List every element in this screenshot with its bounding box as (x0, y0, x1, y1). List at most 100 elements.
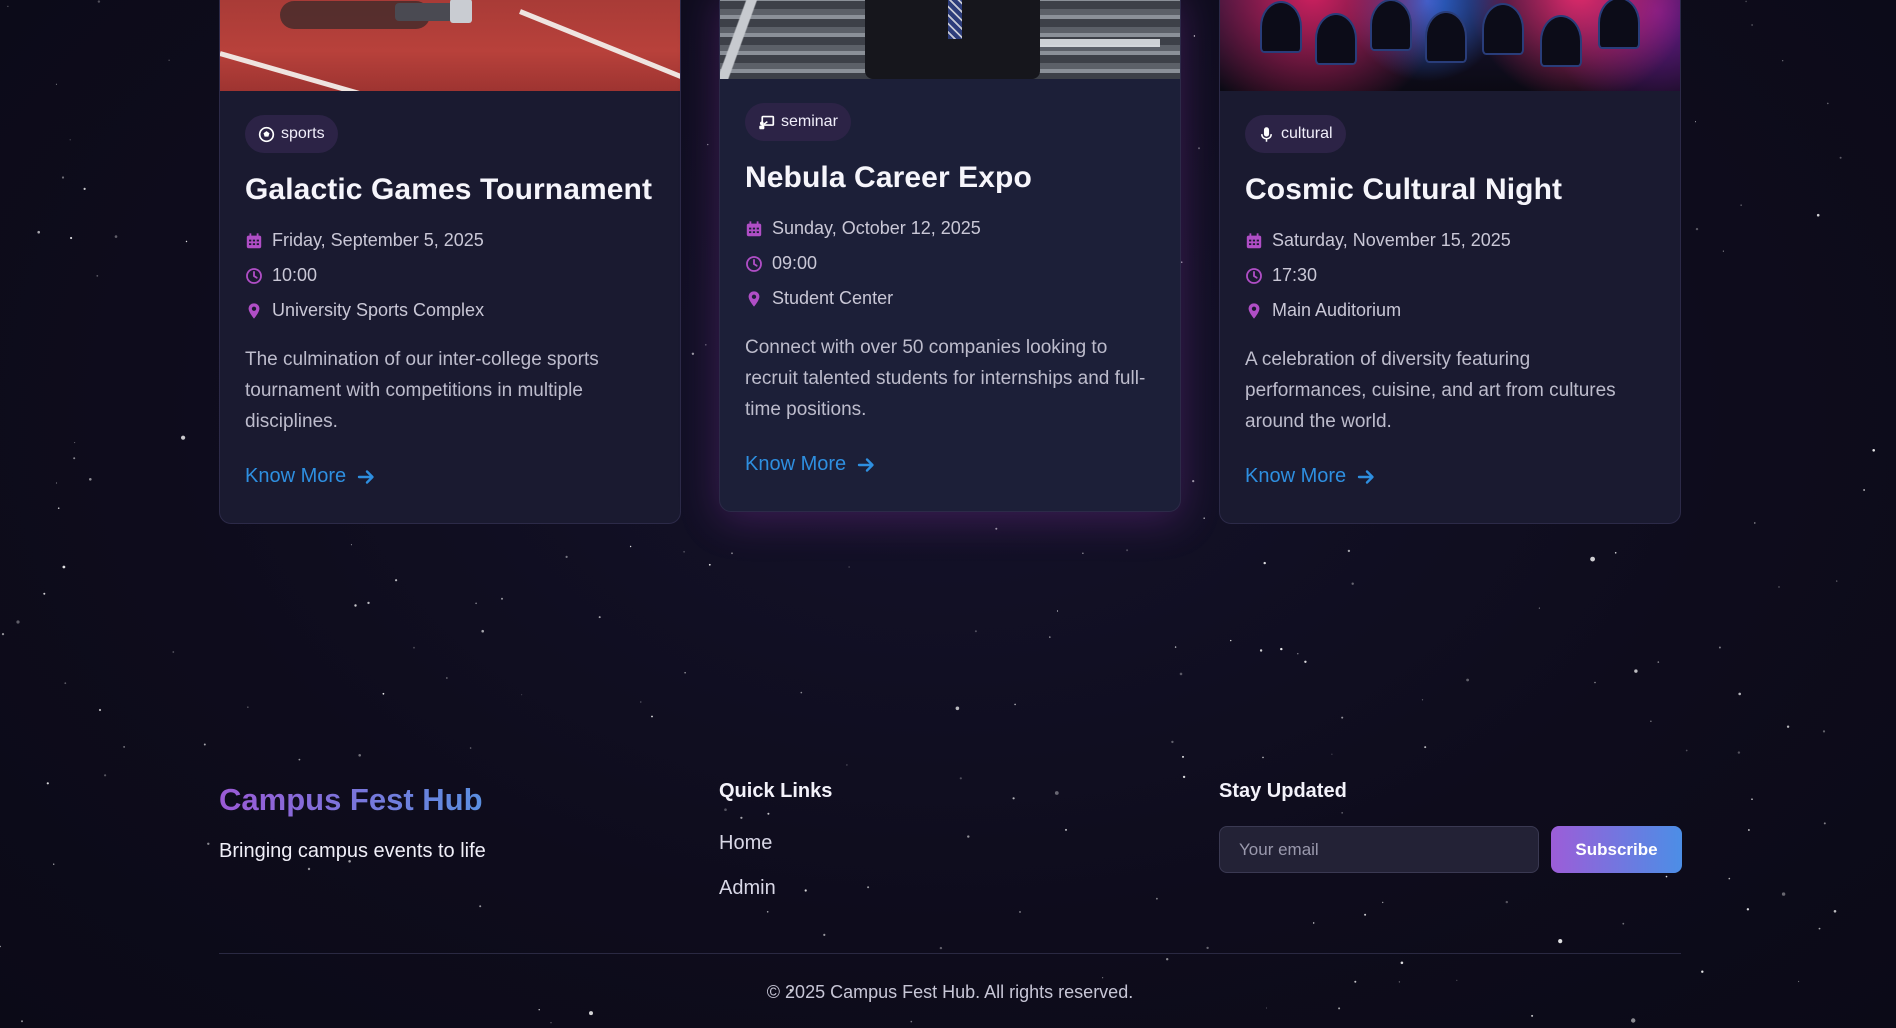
star (181, 435, 186, 440)
star (1056, 610, 1059, 612)
star (974, 630, 977, 633)
star (1685, 749, 1688, 752)
star (521, 694, 523, 696)
star (1297, 653, 1299, 655)
star (1657, 661, 1660, 663)
page-root: sports Galactic Games Tournament Friday,… (0, 0, 1896, 1028)
star (1737, 751, 1741, 754)
category-label: sports (281, 125, 325, 142)
star (16, 620, 20, 624)
star (354, 604, 357, 607)
event-time: 17:30 (1245, 258, 1655, 293)
star (350, 544, 352, 546)
star (1782, 60, 1784, 62)
star (247, 706, 249, 708)
star (1351, 582, 1354, 585)
star (98, 708, 102, 712)
know-more-link[interactable]: Know More (245, 465, 376, 488)
events-grid: sports Galactic Games Tournament Friday,… (219, 0, 1681, 530)
star (1082, 552, 1084, 554)
footer-link-admin[interactable]: Admin (719, 877, 776, 900)
star (1823, 822, 1826, 825)
soccer-ball-icon (258, 126, 275, 142)
arrow-right-icon (1357, 469, 1374, 484)
event-date: Friday, September 5, 2025 (245, 223, 655, 258)
event-image-track (220, 0, 680, 91)
star (69, 139, 71, 141)
category-badge: cultural (1245, 115, 1346, 153)
calendar-icon (746, 220, 762, 236)
star (1171, 740, 1174, 744)
star (1424, 746, 1427, 749)
star (172, 651, 175, 653)
event-title: Nebula Career Expo (745, 161, 1032, 194)
star (37, 230, 40, 234)
newsletter-email-input[interactable] (1219, 826, 1539, 873)
star (43, 592, 46, 595)
presentation-icon (759, 115, 775, 129)
star (7, 5, 9, 7)
star (469, 747, 472, 749)
star (1778, 586, 1780, 588)
arrow-right-icon (357, 469, 374, 484)
star (55, 482, 58, 484)
star (1014, 703, 1016, 706)
star (1728, 877, 1731, 880)
stay-updated-title: Stay Updated (1219, 780, 1347, 802)
star (53, 863, 55, 865)
event-title: Cosmic Cultural Night (1245, 173, 1563, 206)
footer-tagline: Bringing campus events to life (219, 840, 486, 862)
star (1839, 156, 1842, 159)
star (1822, 730, 1826, 733)
star (1179, 672, 1183, 676)
star (683, 550, 685, 553)
event-time: 10:00 (245, 258, 655, 293)
star (1695, 121, 1696, 123)
calendar-icon (1246, 232, 1262, 248)
star (1259, 649, 1263, 652)
star (598, 616, 601, 619)
star (1798, 980, 1800, 983)
event-time: 09:00 (745, 246, 1155, 281)
star (800, 691, 803, 694)
know-more-link[interactable]: Know More (745, 453, 876, 476)
star (61, 176, 65, 179)
star (1341, 716, 1344, 719)
star (1748, 829, 1750, 831)
event-description: Connect with over 50 companies looking t… (745, 337, 1146, 420)
star (1174, 646, 1177, 648)
star (955, 706, 960, 711)
star (114, 235, 118, 238)
star (104, 774, 107, 777)
star (0, 945, 1, 948)
footer-link-home[interactable]: Home (719, 832, 772, 855)
star (1650, 720, 1652, 722)
star (1126, 549, 1129, 552)
clock-icon (246, 267, 262, 284)
star (83, 187, 86, 190)
site-footer: Campus Fest Hub Bringing campus events t… (219, 760, 1682, 1028)
star (1786, 725, 1790, 728)
event-description: The culmination of our inter-college spo… (245, 349, 599, 432)
quick-links-title: Quick Links (719, 780, 833, 802)
star (1182, 755, 1184, 758)
star (1718, 646, 1721, 649)
event-location: Main Auditorium (1245, 293, 1655, 328)
star (1781, 892, 1786, 896)
event-location: Student Center (745, 281, 1155, 316)
category-label: seminar (781, 113, 838, 130)
know-more-link[interactable]: Know More (1245, 465, 1376, 488)
star (413, 646, 415, 649)
star (1754, 522, 1756, 524)
star (1863, 489, 1865, 491)
star (731, 552, 733, 555)
subscribe-button[interactable]: Subscribe (1551, 826, 1682, 873)
star (1695, 227, 1699, 231)
event-date: Saturday, November 15, 2025 (1245, 223, 1655, 258)
star (55, 83, 57, 85)
star (1738, 692, 1741, 696)
star (1751, 798, 1753, 800)
microphone-icon (1261, 126, 1272, 142)
star (168, 59, 170, 61)
category-badge: sports (245, 115, 338, 153)
